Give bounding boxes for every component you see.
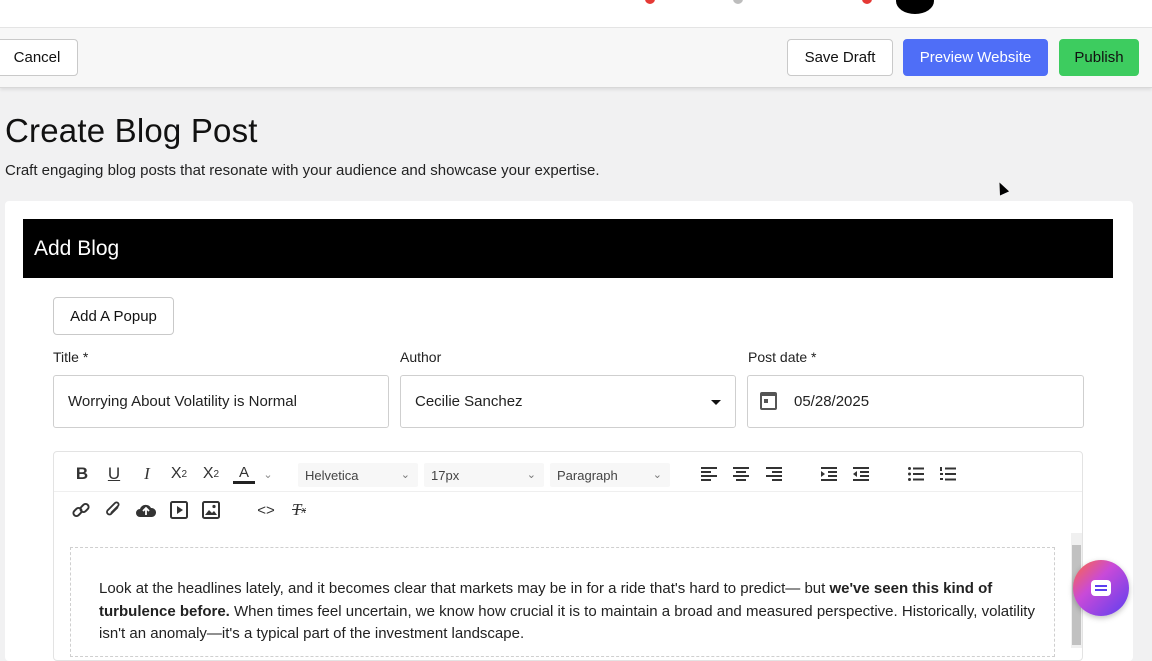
superscript-icon[interactable]: X2	[200, 463, 222, 485]
outdent-icon[interactable]	[850, 463, 872, 485]
editor-body-text[interactable]: Look at the headlines lately, and it bec…	[99, 578, 1039, 646]
attachment-icon[interactable]	[103, 499, 125, 521]
cloud-upload-icon[interactable]	[135, 499, 157, 521]
caret-down-icon	[711, 400, 721, 405]
add-popup-button[interactable]: Add A Popup	[53, 297, 174, 335]
clear-format-icon[interactable]: Tx	[288, 499, 310, 521]
page-subtitle: Craft engaging blog posts that resonate …	[5, 162, 600, 179]
status-dot	[733, 0, 743, 4]
user-avatar[interactable]	[896, 0, 934, 14]
cancel-button[interactable]: Cancel	[0, 39, 78, 76]
chevron-down-icon: ⌄	[400, 469, 410, 481]
align-left-icon[interactable]	[698, 463, 720, 485]
numbered-list-icon[interactable]	[937, 463, 959, 485]
post-date-value: 05/28/2025	[794, 393, 870, 410]
font-family-value: Helvetica	[305, 467, 359, 483]
editor-text-run: Look at the headlines lately, and it bec…	[99, 580, 830, 597]
align-center-icon[interactable]	[730, 463, 752, 485]
chat-widget-button[interactable]	[1073, 560, 1129, 616]
font-size-value: 17px	[431, 467, 460, 483]
align-right-icon[interactable]	[763, 463, 785, 485]
author-select[interactable]: Cecilie Sanchez	[400, 375, 736, 428]
publish-button[interactable]: Publish	[1059, 39, 1139, 76]
link-icon[interactable]	[70, 499, 92, 521]
bulleted-list-icon[interactable]	[905, 463, 927, 485]
preview-website-button[interactable]: Preview Website	[903, 39, 1048, 76]
video-icon[interactable]	[168, 499, 190, 521]
calendar-icon[interactable]	[760, 392, 777, 410]
bold-icon[interactable]: B	[71, 463, 93, 485]
save-draft-button[interactable]: Save Draft	[787, 39, 893, 76]
author-value: Cecilie Sanchez	[415, 393, 523, 410]
title-label: Title *	[53, 349, 89, 365]
card-header-title: Add Blog	[34, 237, 120, 260]
mouse-cursor-icon	[994, 180, 1010, 196]
indent-icon[interactable]	[818, 463, 840, 485]
post-date-label: Post date *	[748, 349, 817, 365]
author-label: Author	[400, 349, 442, 365]
title-value: Worrying About Volatility is Normal	[68, 393, 297, 410]
action-bar: Cancel Save Draft Preview Website Publis…	[0, 28, 1152, 88]
block-format-value: Paragraph	[557, 467, 618, 483]
font-family-select[interactable]: Helvetica ⌄	[298, 463, 418, 487]
title-input[interactable]: Worrying About Volatility is Normal	[53, 375, 389, 428]
underline-icon[interactable]: U	[103, 463, 125, 485]
top-strip	[0, 0, 1152, 28]
post-date-input[interactable]: 05/28/2025	[747, 375, 1084, 428]
chevron-down-icon: ⌄	[526, 469, 536, 481]
card-header: Add Blog	[23, 219, 1113, 278]
chat-bubble-icon	[1091, 580, 1111, 596]
italic-icon[interactable]: I	[136, 463, 158, 485]
chevron-down-icon: ⌄	[652, 469, 662, 481]
image-icon[interactable]	[200, 499, 222, 521]
text-color-icon[interactable]: A	[233, 463, 255, 484]
code-icon[interactable]: <>	[255, 499, 277, 521]
status-dot	[862, 0, 872, 4]
font-size-select[interactable]: 17px ⌄	[424, 463, 544, 487]
editor-text-run: When times feel uncertain, we know how c…	[229, 602, 898, 620]
chevron-down-icon[interactable]: ⌄	[257, 463, 279, 485]
subscript-icon[interactable]: X2	[168, 463, 190, 485]
status-dot	[645, 0, 655, 4]
block-format-select[interactable]: Paragraph ⌄	[550, 463, 670, 487]
page-title: Create Blog Post	[5, 112, 258, 149]
